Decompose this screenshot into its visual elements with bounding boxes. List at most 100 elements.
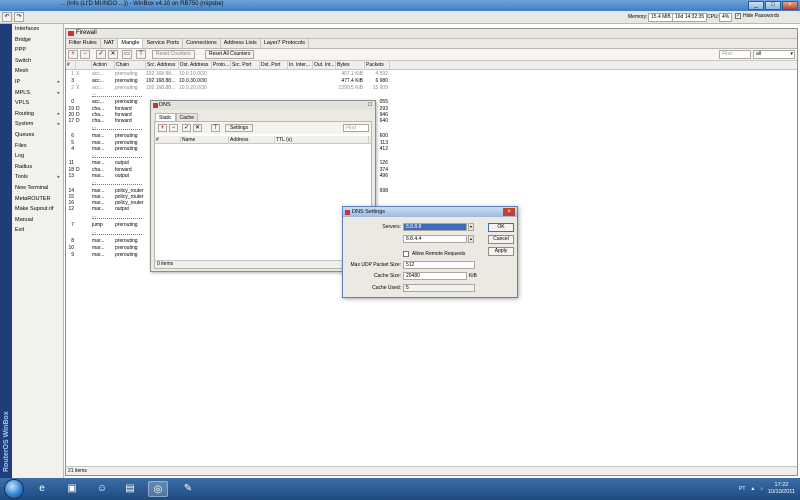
tab-connections[interactable]: Connections [183,39,221,48]
max-udp-input[interactable]: 512 [403,261,475,269]
column-header[interactable] [76,61,92,70]
sidebar-item-bridge[interactable]: Bridge [12,35,63,46]
dns-col-name[interactable]: Name [181,136,229,144]
column-header[interactable]: In. Inter... [288,61,313,70]
filter-icon[interactable]: ⊤ [136,50,146,59]
dns-add-icon[interactable]: + [158,124,167,132]
sidebar-item-mesh[interactable]: Mesh [12,66,63,77]
undo-button[interactable]: ↶ [2,12,12,22]
column-header[interactable]: Proto... [212,61,231,70]
folder-icon[interactable]: ▤ [120,481,140,497]
hide-passwords-checkbox[interactable]: ✓ [735,13,741,19]
comment-icon[interactable]: ▭ [122,50,132,59]
cache-size-input[interactable]: 20480 [403,272,467,280]
cell-num: 4 [71,146,74,152]
firewall-find-input[interactable]: Find [719,50,751,59]
tab-address-lists[interactable]: Address Lists [221,39,261,48]
sidebar-item-interfaces[interactable]: Interfaces [12,24,63,35]
sidebar-item-routing[interactable]: Routing ▸ [12,109,63,120]
add-icon[interactable]: + [68,50,78,59]
dns-col-num[interactable]: # [155,136,181,144]
apply-button[interactable]: Apply [488,247,514,256]
close-button[interactable]: × [782,1,798,10]
sidebar-item-system[interactable]: System ▸ [12,119,63,130]
ie-icon[interactable]: e [32,481,52,497]
column-header[interactable]: # [66,61,76,70]
tab-service-ports[interactable]: Service Ports [143,39,184,48]
column-header[interactable]: Out. Int... [313,61,336,70]
table-row[interactable]: 3 acc... prerouting 192.168.88... 10.0.30.0/… [66,78,797,85]
hide-passwords-toggle[interactable]: ✓ Hide Passwords [735,13,779,19]
table-row[interactable]: 2 Xacc... prerouting 192.168.88... 10.0.20.0… [66,85,797,92]
dns-disable-icon[interactable]: ✕ [193,124,202,132]
sidebar-item-new-terminal[interactable]: New Terminal [12,183,63,194]
minimize-button[interactable]: _ [748,1,764,10]
sidebar-item-label: Mesh [15,68,29,75]
paint-icon[interactable]: ✎ [178,481,198,497]
sidebar-item-log[interactable]: Log [12,151,63,162]
dns-col-ttl[interactable]: TTL (s) [275,136,369,144]
volume-icon[interactable]: ♪ [760,486,763,492]
sidebar-item-metarouter[interactable]: MetaROUTER [12,194,63,205]
column-header[interactable]: Dst. Port [260,61,288,70]
sidebar-item-manual[interactable]: Manual [12,215,63,226]
dns-filter-icon[interactable]: ⊤ [211,124,220,132]
column-header[interactable]: Chain [115,61,146,70]
table-row[interactable]: 1 Xacc... prerouting 192.168.88... 10.0.10.0… [66,71,797,78]
sidebar-item-tools[interactable]: Tools ▸ [12,172,63,183]
clock[interactable]: 17:22 10/10/2011 [768,482,795,496]
users-icon[interactable]: ☺ [92,481,112,497]
dns-settings-close-button[interactable]: × [503,208,515,216]
column-header[interactable]: Src. Port [231,61,260,70]
cell-action: acc... [92,85,104,91]
maximize-button[interactable]: □ [765,1,781,10]
sidebar-item-mpls[interactable]: MPLS ▸ [12,88,63,99]
column-header[interactable]: Bytes [336,61,365,70]
column-header[interactable]: Src. Address [146,61,179,70]
media-icon[interactable]: ▣ [62,481,82,497]
reset-all-counters-button[interactable]: Reset All Counters [205,50,255,59]
cell-flag: X [76,85,80,91]
sidebar-item-switch[interactable]: Switch [12,56,63,67]
dns-col-address[interactable]: Address [229,136,275,144]
redo-button[interactable]: ↷ [14,12,24,22]
sidebar-item-exit[interactable]: Exit [12,225,63,236]
firewall-chain-select[interactable]: all ▾ [753,50,795,59]
dns-remove-icon[interactable]: − [169,124,178,132]
column-header[interactable]: Dst. Address [179,61,212,70]
tab-layer7-protocols[interactable]: Layer7 Protocols [261,39,310,48]
sidebar-item-ppp[interactable]: PPP [12,45,63,56]
tab-nat[interactable]: NAT [101,39,119,48]
server1-input[interactable]: 8.8.8.8 [403,223,467,231]
dns-maximize-button[interactable]: □ [368,101,372,110]
sidebar-item-make-supout-rif[interactable]: Make Supout.rif [12,204,63,215]
disable-icon[interactable]: ✕ [108,50,118,59]
dns-find-input[interactable]: Find [343,124,369,132]
cancel-button[interactable]: Cancel [488,235,514,244]
sidebar-item-label: Make Supout.rif [15,206,54,213]
tab-mangle[interactable]: Mangle [118,39,144,48]
remove-icon[interactable]: − [80,50,90,59]
server2-dropdown[interactable]: ▴ [468,235,474,243]
network-icon[interactable]: ▲ [750,486,755,492]
enable-icon[interactable]: ✓ [96,50,106,59]
reset-counters-button[interactable]: Reset Counters [152,50,195,59]
server1-dropdown[interactable]: ▾ [468,223,474,231]
ok-button[interactable]: OK [488,223,514,232]
sidebar-item-files[interactable]: Files [12,141,63,152]
tab-filter-rules[interactable]: Filter Rules [66,39,101,48]
language-indicator[interactable]: PT [739,486,745,492]
column-header[interactable]: Packets [365,61,390,70]
cell-action: mar... [92,238,105,244]
server2-input[interactable]: 8.8.4.4 [403,235,467,243]
sidebar-item-radius[interactable]: Radius [12,162,63,173]
dns-settings-button[interactable]: Settings [225,124,254,132]
winbox-icon[interactable]: ◎ [148,481,168,497]
sidebar-item-ip[interactable]: IP ▸ [12,77,63,88]
sidebar-item-queues[interactable]: Queues [12,130,63,141]
start-button[interactable] [4,479,24,499]
column-header[interactable]: Action [92,61,115,70]
allow-remote-checkbox[interactable] [403,251,409,257]
dns-enable-icon[interactable]: ✓ [182,124,191,132]
sidebar-item-vpls[interactable]: VPLS [12,98,63,109]
